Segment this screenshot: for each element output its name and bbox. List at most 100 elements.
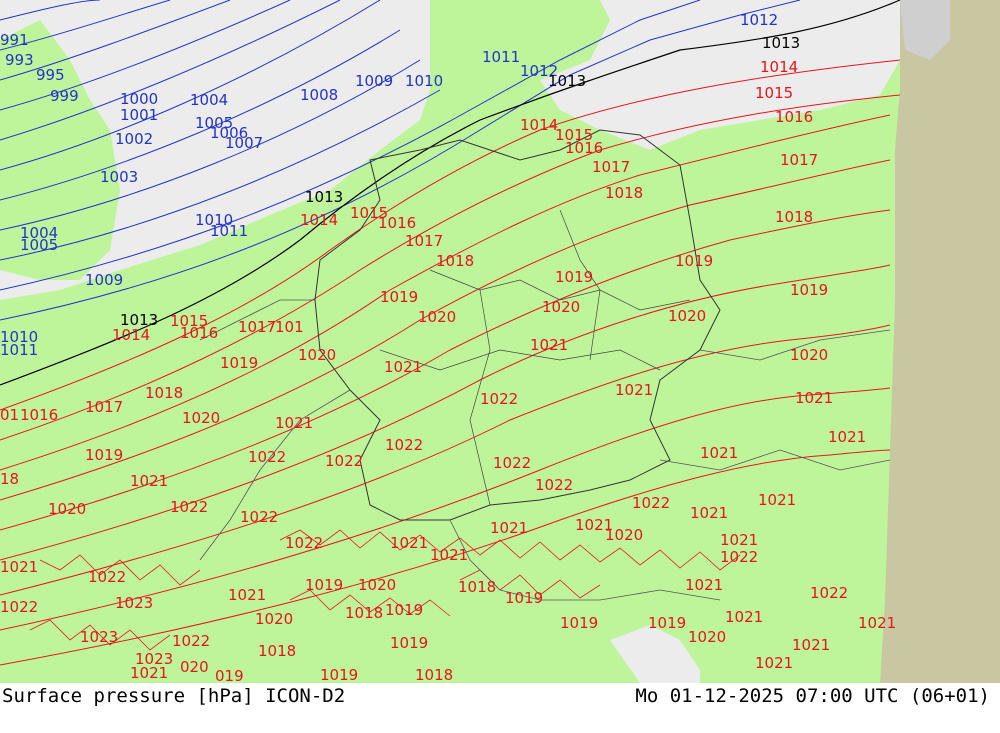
isobar-label: 1013 <box>762 34 800 52</box>
isobar-label: 1021 <box>720 531 758 549</box>
isobar-label: 1017 <box>85 398 123 416</box>
isobar-label: 1023 <box>115 594 153 612</box>
isobar-label: 1016 <box>20 406 58 424</box>
isobar-label: 1021 <box>530 336 568 354</box>
map-title: Surface pressure [hPa] ICON-D2 <box>2 685 346 707</box>
isobar-label: 1021 <box>275 414 313 432</box>
isobar-label: 1009 <box>355 72 393 90</box>
isobar-label: 1019 <box>648 614 686 632</box>
isobar-label: 1002 <box>115 130 153 148</box>
isobar-label: 1021 <box>792 636 830 654</box>
isobar-label: 1019 <box>220 354 258 372</box>
isobar-label: 1022 <box>88 568 126 586</box>
isobar-label: 1021 <box>828 428 866 446</box>
isobar-label: 01 <box>0 406 19 424</box>
isobar-label: 1021 <box>858 614 896 632</box>
isobar-label: 1020 <box>688 628 726 646</box>
map-footer: Surface pressure [hPa] ICON-D2 Mo 01-12-… <box>0 683 1000 733</box>
isobar-label: 1020 <box>48 500 86 518</box>
isobar-label: 1018 <box>436 252 474 270</box>
isobar-label: 1019 <box>85 446 123 464</box>
isobar-label: 1021 <box>685 576 723 594</box>
isobar-label: 1012 <box>740 11 778 29</box>
isobar-label: 1020 <box>605 526 643 544</box>
isobar-label: 1021 <box>228 586 266 604</box>
isobar-label: 1014 <box>300 211 338 229</box>
isobar-label: 1010 <box>405 72 443 90</box>
isobar-label: 1022 <box>240 508 278 526</box>
isobar-label: 1013 <box>305 188 343 206</box>
isobar-label: 1017 <box>405 232 443 250</box>
isobar-label: 1022 <box>720 548 758 566</box>
isobar-label: 1019 <box>505 589 543 607</box>
isobar-label: 1022 <box>493 454 531 472</box>
isobar-label: 1016 <box>378 214 416 232</box>
isobar-label: 1023 <box>80 628 118 646</box>
isobar-label: 1007 <box>225 134 263 152</box>
pressure-map: 991 993 995 999 1000 1001 1002 1003 1004… <box>0 0 1000 683</box>
isobar-label: 1019 <box>320 666 358 683</box>
isobar-label: 1020 <box>790 346 828 364</box>
isobar-label: 1018 <box>258 642 296 660</box>
isobar-label: 1020 <box>542 298 580 316</box>
isobar-label: 1020 <box>358 576 396 594</box>
isobar-label: 1021 <box>690 504 728 522</box>
isobar-label: 1018 <box>775 208 813 226</box>
isobar-label: 1021 <box>130 664 168 682</box>
isobar-label: 1019 <box>675 252 713 270</box>
isobar-label: 1005 <box>20 236 58 254</box>
isobar-label: 1018 <box>458 578 496 596</box>
isobar-label: 1013 <box>548 72 586 90</box>
isobar-label: 1019 <box>555 268 593 286</box>
isobar-label: 1022 <box>325 452 363 470</box>
isobar-label: 1020 <box>182 409 220 427</box>
isobar-label: 1009 <box>85 271 123 289</box>
isobar-label: 1016 <box>565 139 603 157</box>
isobar-label: 1020 <box>255 610 293 628</box>
isobar-label: 1014 <box>520 116 558 134</box>
isobar-label: 1014 <box>760 58 798 76</box>
isobar-label: 1016 <box>775 108 813 126</box>
isobar-label: 1020 <box>418 308 456 326</box>
isobar-label: 1019 <box>790 281 828 299</box>
isobar-label: 1001 <box>120 106 158 124</box>
isobar-label: 999 <box>50 87 79 105</box>
isobar-label: 1019 <box>305 576 343 594</box>
isobar-label: 1017 <box>238 318 276 336</box>
isobar-label: 1019 <box>390 634 428 652</box>
isobar-label: 1022 <box>172 632 210 650</box>
isobar-label: 1017 <box>780 151 818 169</box>
isobar-label: 1014 <box>112 326 150 344</box>
isobar-label: 1022 <box>170 498 208 516</box>
isobar-label: 995 <box>36 66 65 84</box>
isobar-label: 1021 <box>390 534 428 552</box>
isobar-label: 1021 <box>0 558 38 576</box>
isobar-label: 1019 <box>560 614 598 632</box>
isobar-label: 1022 <box>285 534 323 552</box>
isobar-label: 1015 <box>755 84 793 102</box>
isobar-label: 1019 <box>380 288 418 306</box>
isobar-label: 1021 <box>384 358 422 376</box>
isobar-label: 1018 <box>605 184 643 202</box>
isobar-label: 1011 <box>0 341 38 359</box>
isobar-label: 1022 <box>0 598 38 616</box>
isobar-label: 1021 <box>700 444 738 462</box>
isobar-label: 1017 <box>592 158 630 176</box>
isobar-label: 1016 <box>180 324 218 342</box>
isobar-label: 1021 <box>615 381 653 399</box>
isobar-label: 1019 <box>385 601 423 619</box>
isobar-label: 1022 <box>385 436 423 454</box>
isobar-label: 1021 <box>725 608 763 626</box>
isobar-label: 1004 <box>190 91 228 109</box>
isobar-label: 993 <box>5 51 34 69</box>
isobar-label: 020 <box>180 658 209 676</box>
isobar-label: 1008 <box>300 86 338 104</box>
isobar-label: 991 <box>0 31 29 49</box>
isobar-label: 1018 <box>145 384 183 402</box>
isobar-label: 1003 <box>100 168 138 186</box>
isobar-label: 1022 <box>480 390 518 408</box>
isobar-label: 1011 <box>210 222 248 240</box>
isobar-label: 1011 <box>482 48 520 66</box>
isobar-label: 1020 <box>668 307 706 325</box>
isobar-label: 1020 <box>298 346 336 364</box>
